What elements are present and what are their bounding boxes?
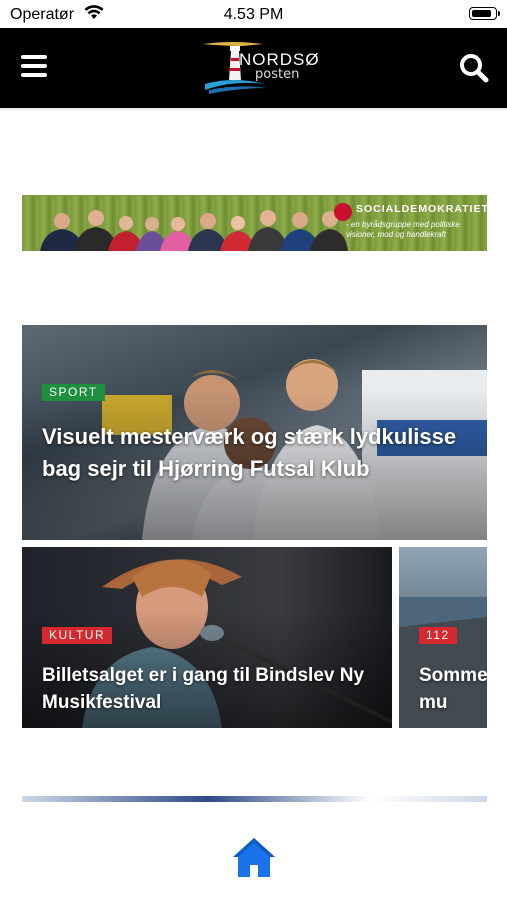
next-article-preview[interactable] bbox=[22, 796, 487, 802]
nordsoe-posten-logo[interactable]: NORDSØ posten bbox=[203, 40, 319, 96]
article-headline: Somme kommu bbox=[419, 665, 487, 713]
article-card-culture[interactable]: KULTUR Billetsalget er i gang til Bindsl… bbox=[22, 547, 392, 728]
category-badge-sport: SPORT bbox=[42, 384, 105, 401]
header-shadow bbox=[0, 108, 507, 112]
battery-fill bbox=[472, 10, 491, 17]
status-bar: Operatør 4.53 PM bbox=[0, 0, 507, 28]
ad-group-photo bbox=[40, 210, 348, 251]
ad-brand-name: SOCIALDEMOKRATIET bbox=[356, 203, 487, 215]
battery-icon bbox=[469, 7, 500, 20]
search-icon[interactable] bbox=[459, 53, 489, 83]
app-header: NORDSØ posten bbox=[0, 28, 507, 108]
hamburger-icon[interactable] bbox=[21, 55, 47, 77]
clock: 4.53 PM bbox=[223, 6, 284, 23]
ad-tagline: - en byrådsgruppe med politiske visioner… bbox=[346, 220, 460, 239]
category-badge-112: 112 bbox=[419, 627, 457, 644]
rose-logo-icon bbox=[334, 203, 352, 221]
home-icon[interactable] bbox=[231, 835, 277, 879]
category-badge-kultur: KULTUR bbox=[42, 627, 113, 644]
ad-banner[interactable]: SOCIALDEMOKRATIET - en byrådsgruppe med … bbox=[22, 195, 487, 251]
article-card-112[interactable]: 112 Somme kommu bbox=[399, 547, 487, 728]
article-headline: Billetsalget er i gang til Bindslev Ny M… bbox=[42, 665, 365, 713]
article-headline: Visuelt mesterværk og stærk lydkulisse b… bbox=[42, 424, 457, 481]
article-card-main[interactable]: SPORT Visuelt mesterværk og stærk lydkul… bbox=[22, 325, 487, 540]
logo-subtitle: posten bbox=[255, 67, 300, 82]
